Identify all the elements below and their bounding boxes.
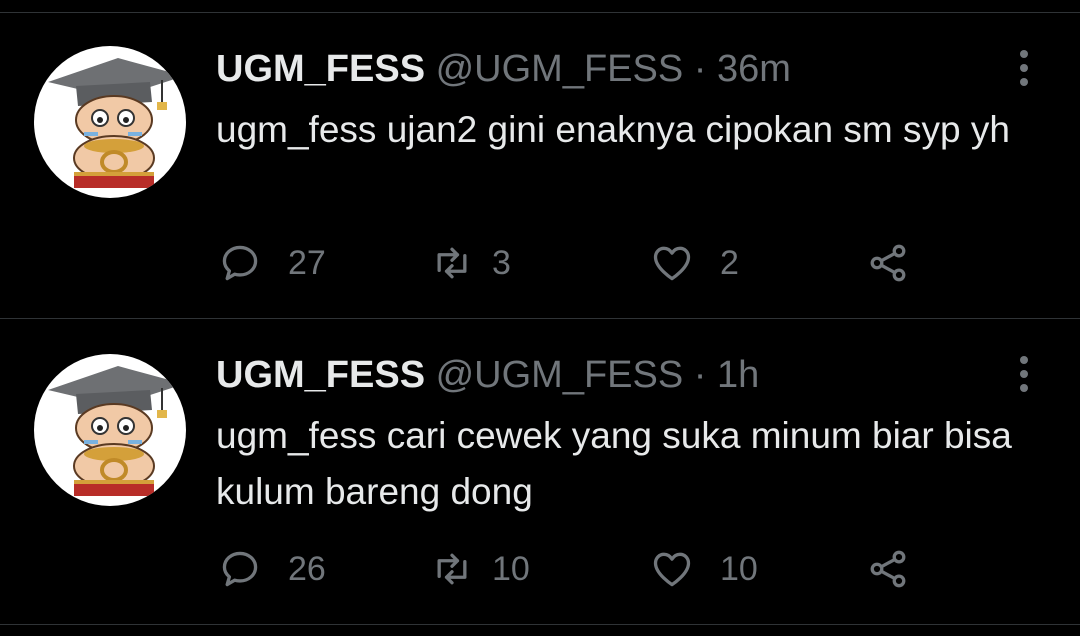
tweet-divider [0, 318, 1080, 319]
share-button[interactable] [866, 544, 910, 594]
display-name[interactable]: UGM_FESS [216, 48, 425, 90]
avatar-image [48, 366, 184, 496]
timestamp[interactable]: 36m [717, 48, 791, 90]
share-button[interactable] [866, 238, 910, 288]
handle[interactable]: @UGM_FESS [436, 354, 684, 396]
reply-icon [222, 245, 258, 281]
like-button[interactable]: 2 [650, 238, 739, 288]
more-vertical-icon [1020, 50, 1028, 86]
retweet-icon [437, 553, 467, 585]
separator: · [693, 354, 707, 396]
more-options-button[interactable] [1010, 48, 1038, 88]
reply-button[interactable]: 26 [218, 544, 326, 594]
like-count: 10 [720, 549, 758, 588]
tweet-header: UGM_FESS @UGM_FESS · 36m [216, 46, 791, 92]
tweet-text: ugm_fess ujan2 gini enaknya cipokan sm s… [216, 109, 1010, 150]
tweet-text: ugm_fess cari cewek yang suka minum biar… [216, 415, 1012, 512]
separator: · [693, 48, 707, 90]
tweet-actions: 27 3 2 [0, 238, 1080, 288]
avatar-image [48, 58, 184, 188]
like-count: 2 [720, 243, 739, 282]
avatar[interactable] [34, 354, 186, 506]
avatar[interactable] [34, 46, 186, 198]
retweet-button[interactable]: 3 [430, 238, 511, 288]
retweet-count: 10 [492, 549, 530, 588]
share-icon [870, 244, 906, 282]
tweet-actions: 26 10 10 [0, 544, 1080, 594]
timestamp[interactable]: 1h [717, 354, 759, 396]
heart-icon [653, 246, 691, 281]
reply-icon [222, 551, 258, 587]
tweet-header: UGM_FESS @UGM_FESS · 1h [216, 352, 759, 398]
reply-count: 27 [288, 243, 326, 282]
top-divider [0, 12, 1080, 13]
reply-count: 26 [288, 549, 326, 588]
more-vertical-icon [1020, 356, 1028, 392]
reply-button[interactable]: 27 [218, 238, 326, 288]
retweet-button[interactable]: 10 [430, 544, 530, 594]
like-button[interactable]: 10 [650, 544, 758, 594]
retweet-count: 3 [492, 243, 511, 282]
retweet-icon [437, 247, 467, 279]
heart-icon [653, 552, 691, 587]
display-name[interactable]: UGM_FESS [216, 354, 425, 396]
handle[interactable]: @UGM_FESS [436, 48, 684, 90]
bottom-divider [0, 624, 1080, 625]
more-options-button[interactable] [1010, 354, 1038, 394]
share-icon [870, 550, 906, 588]
